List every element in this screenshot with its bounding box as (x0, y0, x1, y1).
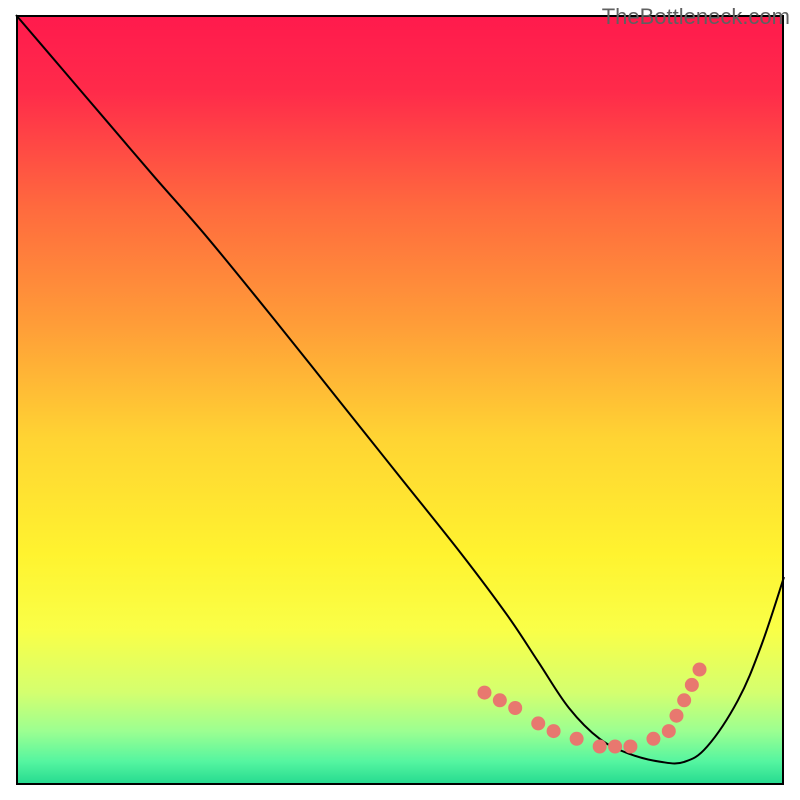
range-marker (531, 716, 545, 730)
range-marker (646, 732, 660, 746)
range-marker (677, 693, 691, 707)
range-marker (685, 678, 699, 692)
bottleneck-curve (16, 15, 784, 764)
range-marker (693, 663, 707, 677)
range-marker (547, 724, 561, 738)
range-markers (477, 663, 706, 754)
range-marker (570, 732, 584, 746)
attribution-label: TheBottleneck.com (602, 4, 790, 30)
range-marker (493, 693, 507, 707)
range-marker (608, 740, 622, 754)
plot-area (16, 15, 784, 785)
range-marker (623, 740, 637, 754)
chart-container: TheBottleneck.com (0, 0, 800, 800)
range-marker (508, 701, 522, 715)
range-marker (669, 709, 683, 723)
chart-svg (16, 15, 784, 785)
range-marker (662, 724, 676, 738)
range-marker (593, 740, 607, 754)
range-marker (477, 686, 491, 700)
